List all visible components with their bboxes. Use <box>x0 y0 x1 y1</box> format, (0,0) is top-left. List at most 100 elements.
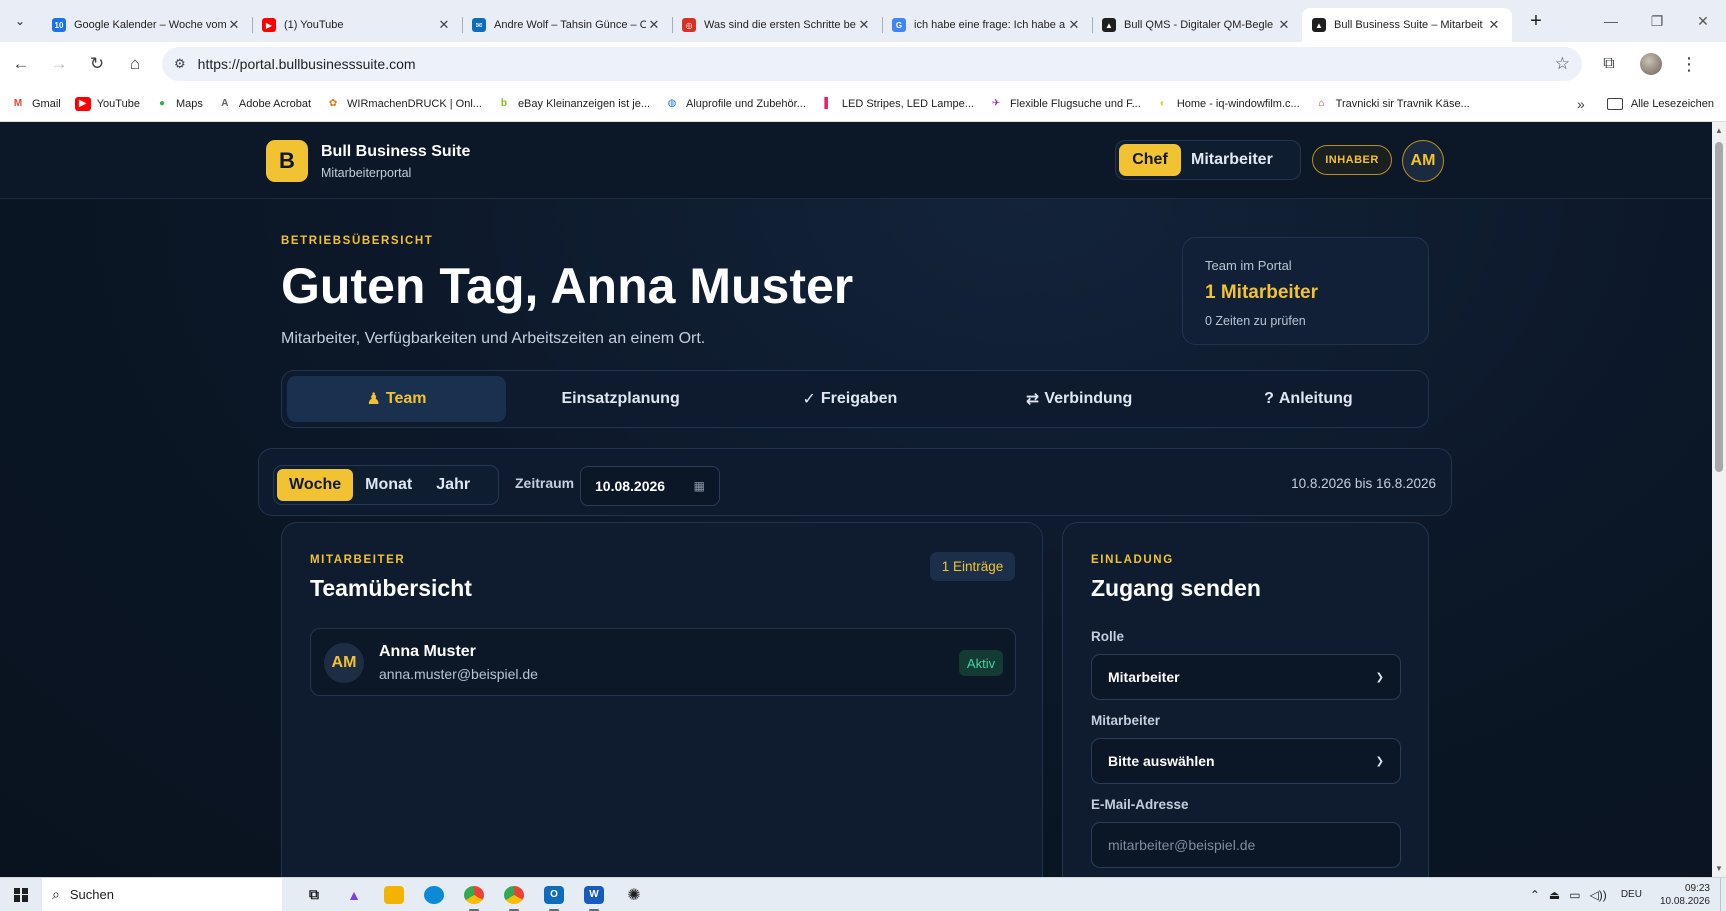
bookmark-flugsuche[interactable]: ✈ Flexible Flugsuche und F... <box>988 97 1141 111</box>
bookmark-youtube[interactable]: ▶ YouTube <box>74 96 140 111</box>
taskbar-app[interactable] <box>494 878 534 911</box>
close-tab-icon[interactable]: ✕ <box>226 17 242 33</box>
browser-tab[interactable]: 10 Google Kalender – Woche vom ✕ <box>42 8 252 42</box>
bookmark-maps[interactable]: ● Maps <box>154 97 203 111</box>
close-tab-icon[interactable]: ✕ <box>1486 17 1502 33</box>
language-indicator[interactable]: DEU <box>1621 889 1642 900</box>
scrollbar-thumb[interactable] <box>1715 142 1723 472</box>
email-field-label: E-Mail-Adresse <box>1091 797 1189 812</box>
bookmark-iq-windowfilm[interactable]: ◐ Home - iq-windowfilm.c... <box>1155 97 1300 111</box>
bookmarks-bar: M Gmail ▶ YouTube ● Maps A Adobe Acrobat ✿ WI… <box>0 86 1726 122</box>
back-arrow-icon[interactable]: ← <box>4 47 38 81</box>
period-jahr-button[interactable]: Jahr <box>424 469 482 501</box>
close-tab-icon[interactable]: ✕ <box>1276 17 1292 33</box>
tab-label: Team <box>385 390 427 407</box>
period-monat-button[interactable]: Monat <box>353 469 424 501</box>
close-tab-icon[interactable]: ✕ <box>646 17 662 33</box>
tab-verbindung[interactable]: ⇄ Verbindung <box>965 376 1194 422</box>
date-value: 10.08.2026 <box>595 478 666 494</box>
file-explorer-icon <box>384 885 404 904</box>
bookmark-wirmachendruck[interactable]: ✿ WIRmachenDRUCK | Onl... <box>325 97 482 111</box>
email-field[interactable]: mitarbeiter@beispiel.de <box>1091 822 1401 868</box>
role-select[interactable]: Mitarbeiter ❯ <box>1091 654 1401 700</box>
bookmark-led[interactable]: ▌ LED Stripes, LED Lampe... <box>820 97 974 111</box>
date-input[interactable]: 10.08.2026 ▦ <box>580 466 720 506</box>
address-bar[interactable]: ⚙ https://portal.bullbusinesssuite.com ☆ <box>162 47 1582 81</box>
tab-einsatzplanung[interactable]: Einsatzplanung <box>506 376 735 422</box>
outlook-icon: O <box>544 885 564 904</box>
forward-arrow-icon[interactable]: → <box>42 47 76 81</box>
chevron-up-icon[interactable]: ⌃ <box>1530 888 1540 902</box>
browser-tab[interactable]: G ich habe eine frage: Ich habe a ✕ <box>882 8 1092 42</box>
close-window-icon[interactable]: ✕ <box>1680 0 1726 42</box>
taskbar-app[interactable] <box>414 878 454 911</box>
scroll-up-arrow-icon[interactable]: ▲ <box>1715 126 1723 135</box>
owner-role-badge: INHABER <box>1312 145 1392 175</box>
browser-tab[interactable]: ◎ Was sind die ersten Schritte be ✕ <box>672 8 882 42</box>
chrome-icon <box>464 885 484 904</box>
network-icon[interactable]: ▭ <box>1569 888 1580 902</box>
user-avatar[interactable]: AM <box>1402 140 1444 182</box>
taskbar-app[interactable] <box>374 878 414 911</box>
taskbar-app[interactable] <box>454 878 494 911</box>
bookmark-aluprofile[interactable]: ◍ Aluprofile und Zubehör... <box>664 97 806 111</box>
taskbar-app[interactable]: ✺ <box>614 878 654 911</box>
role-chef-button[interactable]: Chef <box>1119 144 1181 176</box>
site-info-icon[interactable]: ⚙ <box>174 56 186 72</box>
tab-label: Verbindung <box>1044 390 1133 407</box>
browser-tab[interactable]: ▲ Bull QMS - Digitaler QM-Begle ✕ <box>1092 8 1302 42</box>
more-bookmarks-chevron-icon[interactable]: » <box>1577 96 1585 112</box>
tab-team[interactable]: ♟ Team <box>287 376 506 422</box>
role-mitarbeiter-button[interactable]: Mitarbeiter <box>1181 144 1283 176</box>
clock[interactable]: 09:23 10.08.2026 <box>1660 882 1710 908</box>
browser-tab[interactable]: ▶ (1) YouTube ✕ <box>252 8 462 42</box>
browser-tab[interactable]: ✉ Andre Wolf – Tahsin Günce – O ✕ <box>462 8 672 42</box>
url-text[interactable]: https://portal.bullbusinesssuite.com <box>198 56 1555 72</box>
close-tab-icon[interactable]: ✕ <box>436 17 452 33</box>
flower-icon: ✿ <box>328 98 338 109</box>
scroll-down-arrow-icon[interactable]: ▼ <box>1715 864 1723 873</box>
browser-tab-active[interactable]: ▲ Bull Business Suite – Mitarbeit ✕ <box>1302 8 1512 42</box>
calendar-icon[interactable]: ▦ <box>694 479 705 493</box>
taskbar-app[interactable]: W <box>574 878 614 911</box>
taskbar-search[interactable]: ⌕ Suchen <box>42 877 282 911</box>
close-tab-icon[interactable]: ✕ <box>856 17 872 33</box>
bookmark-label: YouTube <box>96 97 140 110</box>
extensions-puzzle-icon[interactable]: ⧉ <box>1592 47 1626 81</box>
period-woche-button[interactable]: Woche <box>277 469 354 501</box>
employee-select[interactable]: Bitte auswählen ❯ <box>1091 738 1401 784</box>
tab-freigaben[interactable]: ✓ Freigaben <box>735 376 964 422</box>
show-desktop-button[interactable] <box>1720 877 1726 911</box>
restore-icon[interactable]: ❐ <box>1634 0 1680 42</box>
usb-icon[interactable]: ⏏ <box>1549 888 1560 902</box>
new-tab-plus-icon[interactable]: + <box>1522 7 1550 35</box>
list-item[interactable]: AM Anna Muster anna.muster@beispiel.de A… <box>310 628 1016 696</box>
card-title: Teamübersicht <box>310 575 472 601</box>
tab-search-chevron-icon[interactable]: ⌄ <box>6 7 34 35</box>
browser-menu-icon[interactable]: ⋮ <box>1680 54 1698 75</box>
bookmark-star-icon[interactable]: ☆ <box>1555 54 1570 74</box>
profile-avatar[interactable] <box>1640 53 1662 75</box>
system-tray: ⌃ ⏏ ▭ ◁)) DEU 09:23 10.08.2026 <box>1521 877 1726 911</box>
close-tab-icon[interactable]: ✕ <box>1066 17 1082 33</box>
reload-icon[interactable]: ↻ <box>80 47 114 81</box>
bookmark-travnicki[interactable]: ⌂ Travnicki sir Travnik Käse... <box>1314 97 1470 111</box>
home-icon[interactable]: ⌂ <box>118 47 152 81</box>
taskbar-app[interactable]: ▲ <box>334 878 374 911</box>
member-name: Anna Muster <box>379 643 476 660</box>
minimize-icon[interactable]: — <box>1588 0 1634 42</box>
volume-icon[interactable]: ◁)) <box>1590 888 1607 902</box>
bookmark-gmail[interactable]: M Gmail <box>10 97 61 111</box>
all-bookmarks[interactable]: Alle Lesezeichen <box>1606 97 1714 110</box>
task-view-button[interactable]: ⧉ <box>294 878 334 911</box>
start-button[interactable] <box>0 878 42 911</box>
taskbar-app[interactable]: O <box>534 878 574 911</box>
bookmark-ebay[interactable]: b eBay Kleinanzeigen ist je... <box>496 97 650 111</box>
page-scrollbar[interactable]: ▲ ▼ <box>1712 122 1726 877</box>
adobe-icon: A <box>221 98 229 109</box>
tab-anleitung[interactable]: ? Anleitung <box>1194 376 1423 422</box>
word-icon: W <box>584 885 604 904</box>
brand-logo[interactable]: B <box>266 140 308 182</box>
bull-favicon-icon: ▲ <box>1102 18 1116 32</box>
bookmark-adobe[interactable]: A Adobe Acrobat <box>217 97 311 111</box>
